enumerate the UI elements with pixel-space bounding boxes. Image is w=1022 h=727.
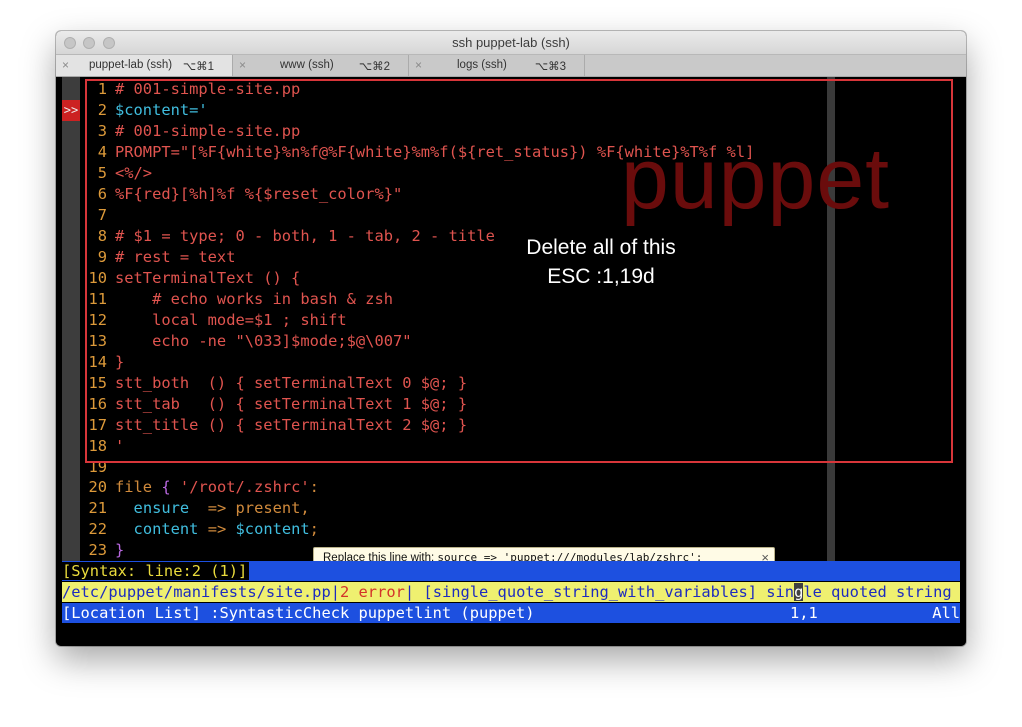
tab-label: www (ssh) bbox=[280, 59, 334, 71]
location-list-statusline: [Location List] :SyntasticCheck puppetli… bbox=[62, 603, 960, 623]
arrow: => bbox=[207, 520, 227, 538]
sign-column bbox=[62, 77, 80, 561]
line-number: 23 bbox=[88, 541, 107, 559]
syntax-label: [Syntax: line:2 (1)] bbox=[62, 562, 250, 580]
error-message-tail: le quoted string bbox=[803, 583, 952, 601]
tab-shortcut: ⌥⌘3 bbox=[534, 61, 566, 73]
annotation-line-2: ESC :1,19d bbox=[547, 265, 655, 288]
separator: | bbox=[330, 583, 340, 601]
comma: , bbox=[300, 499, 310, 517]
semicolon: ; bbox=[309, 520, 319, 538]
separator: | bbox=[404, 583, 415, 601]
tab-label: logs (ssh) bbox=[457, 59, 507, 71]
code-line-21: 21 ensure => present, bbox=[80, 498, 310, 519]
value-content-var: $content bbox=[235, 520, 310, 538]
tab-close-icon[interactable]: × bbox=[62, 58, 69, 72]
text-cursor: g bbox=[794, 583, 804, 601]
error-sign-icon: >> bbox=[62, 100, 80, 121]
tab-divider bbox=[584, 55, 585, 76]
tab-shortcut: ⌥⌘2 bbox=[358, 61, 390, 73]
close-brace: } bbox=[115, 541, 125, 559]
line-number: 21 bbox=[88, 499, 107, 517]
window-title: ssh puppet-lab (ssh) bbox=[452, 35, 570, 50]
location-list-label: [Location List] :SyntasticCheck puppetli… bbox=[62, 604, 535, 622]
keyword-file: file bbox=[115, 478, 153, 496]
code-line-20: 20 file { '/root/.zshrc': bbox=[80, 477, 319, 498]
file-path: /etc/puppet/manifests/site.pp bbox=[62, 583, 331, 601]
value-present: present bbox=[235, 499, 301, 517]
annotation-line-1: Delete all of this bbox=[526, 236, 676, 259]
string-literal: '/root/.zshrc' bbox=[179, 478, 310, 496]
code-line-22: 22 content => $content; bbox=[80, 519, 319, 540]
tab-shortcut: ⌥⌘1 bbox=[182, 61, 214, 73]
annotation-note: Delete all of this ESC :1,19d bbox=[496, 233, 706, 291]
tab-bar: × puppet-lab (ssh) ⌥⌘1 × www (ssh) ⌥⌘2 ×… bbox=[56, 55, 966, 77]
open-brace: { bbox=[161, 478, 171, 496]
line-number: 20 bbox=[88, 478, 107, 496]
scroll-position: All bbox=[932, 604, 960, 622]
error-message: [single_quote_string_with_variables] sin bbox=[414, 583, 795, 601]
arrow: => bbox=[207, 499, 227, 517]
tab-close-icon[interactable]: × bbox=[415, 58, 422, 72]
terminal-viewport[interactable]: >> puppet 1 # 001-simple-site.pp 2 $content… bbox=[56, 77, 966, 646]
syntax-status-line: [Syntax: line:2 (1)] bbox=[62, 561, 960, 581]
line-number: 22 bbox=[88, 520, 107, 538]
tab-close-icon[interactable]: × bbox=[239, 58, 246, 72]
attribute-content: content bbox=[133, 520, 199, 538]
title-bar: ssh puppet-lab (ssh) bbox=[56, 31, 966, 55]
tab-label: puppet-lab (ssh) bbox=[89, 59, 173, 71]
terminal-window: ssh puppet-lab (ssh) × puppet-lab (ssh) … bbox=[56, 31, 966, 646]
tab-puppet-lab[interactable]: × puppet-lab (ssh) ⌥⌘1 bbox=[56, 55, 232, 76]
attribute-ensure: ensure bbox=[133, 499, 190, 517]
error-count: 2 error bbox=[340, 583, 405, 601]
location-list-entry[interactable]: /etc/puppet/manifests/site.pp|2 error| [… bbox=[62, 582, 960, 602]
code-line-23: 23} bbox=[80, 540, 124, 561]
tab-logs[interactable]: × logs (ssh) ⌥⌘3 bbox=[409, 55, 584, 76]
colon: : bbox=[309, 478, 319, 496]
cursor-position: 1,1 bbox=[790, 604, 818, 622]
tab-www[interactable]: × www (ssh) ⌥⌘2 bbox=[233, 55, 408, 76]
